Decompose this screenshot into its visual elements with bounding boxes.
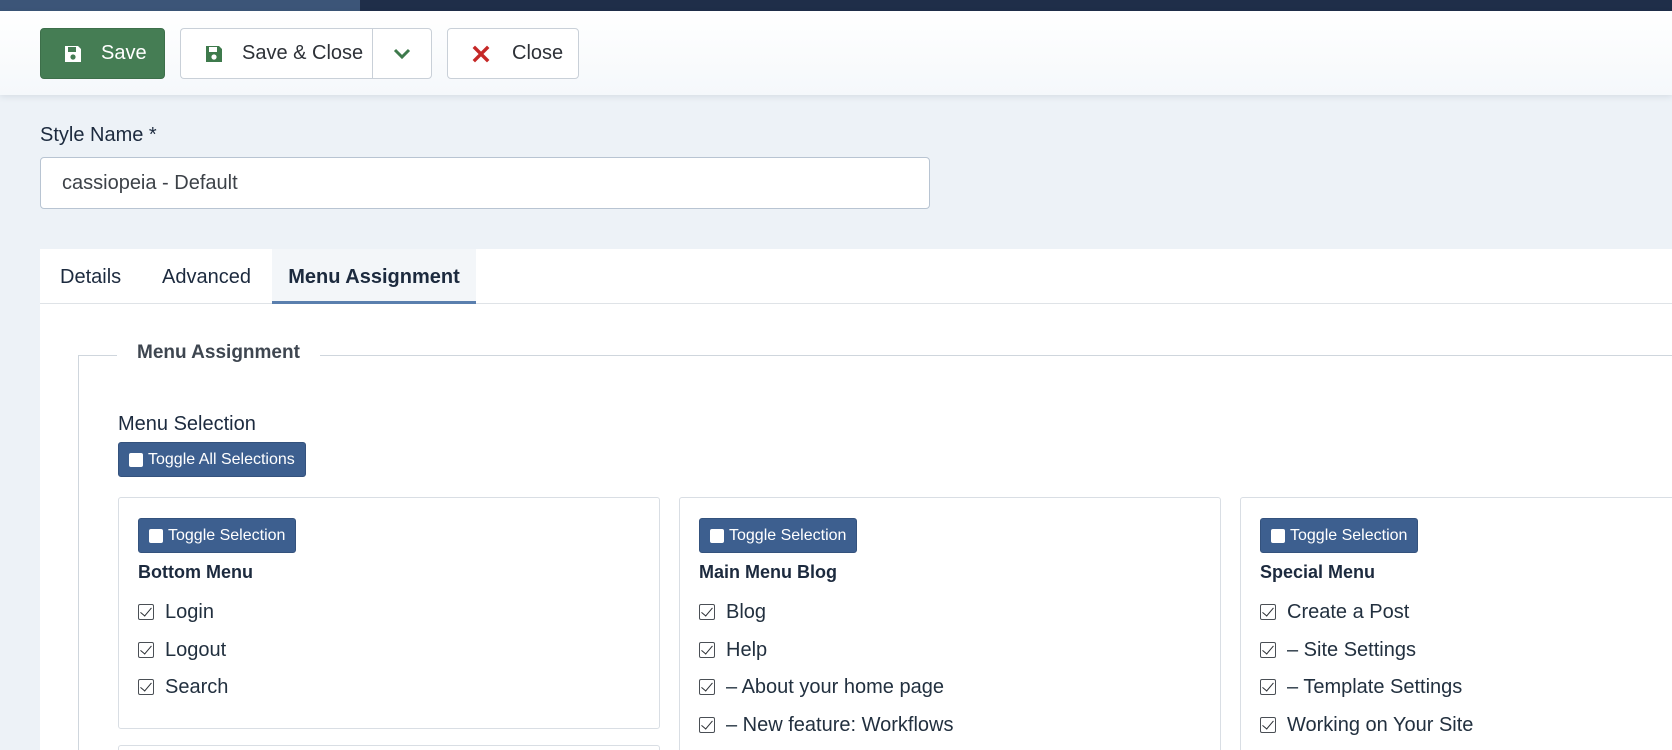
- save-options-dropdown-button[interactable]: [372, 28, 432, 79]
- menu-item-checkbox[interactable]: – Site Settings: [1260, 637, 1416, 663]
- menu-item-checkbox[interactable]: Search: [138, 674, 228, 700]
- toggle-selection-button[interactable]: Toggle Selection: [699, 518, 858, 553]
- checkbox[interactable]: [1260, 642, 1276, 658]
- menu-selection-label: Menu Selection: [118, 413, 256, 435]
- menu-item-label: Help: [726, 638, 768, 661]
- menu-card-main-menu-blog: Toggle Selection Main Menu Blog Blog Hel…: [679, 497, 1221, 750]
- checkbox[interactable]: [699, 679, 715, 695]
- save-close-button[interactable]: Save & Close: [180, 28, 373, 79]
- menu-item-label: Logout: [165, 638, 227, 661]
- toggle-selection-label: Toggle Selection: [168, 526, 286, 544]
- menu-title: Special Menu: [1260, 562, 1376, 582]
- checkbox[interactable]: [1260, 717, 1276, 733]
- toggle-selection-button[interactable]: Toggle Selection: [138, 518, 297, 553]
- checkbox[interactable]: [138, 642, 154, 658]
- menu-item-checkbox[interactable]: Login: [138, 599, 214, 625]
- checkbox-square-icon: [149, 528, 163, 543]
- checkbox-square-icon: [129, 452, 143, 467]
- save-label: Save: [101, 42, 147, 64]
- checkbox[interactable]: [699, 604, 715, 620]
- checkbox[interactable]: [1260, 679, 1276, 695]
- toggle-selection-label: Toggle Selection: [1290, 526, 1408, 544]
- menu-item-label: Working on Your Site: [1287, 713, 1474, 736]
- toggle-all-label: Toggle All Selections: [148, 450, 295, 468]
- checkbox-square-icon: [1271, 528, 1285, 543]
- close-button[interactable]: Close: [447, 28, 579, 79]
- menu-item-label: – New feature: Workflows: [726, 713, 954, 736]
- menu-card-bottom-menu: Toggle Selection Bottom Menu Login Logou…: [118, 497, 660, 729]
- close-label: Close: [512, 42, 564, 64]
- menu-item-checkbox[interactable]: – Template Settings: [1260, 674, 1462, 700]
- menu-item-checkbox[interactable]: – New feature: Workflows: [699, 712, 954, 738]
- header-accent: [0, 0, 360, 11]
- save-close-label: Save & Close: [242, 42, 364, 64]
- menu-item-label: Search: [165, 675, 229, 698]
- menu-item-label: – About your home page: [726, 675, 944, 698]
- tabs-panel: Details Advanced Menu Assignment Menu As…: [40, 249, 1672, 750]
- checkbox[interactable]: [699, 642, 715, 658]
- checkbox[interactable]: [699, 717, 715, 733]
- tab-bar: Details Advanced Menu Assignment: [40, 249, 1672, 304]
- fieldset-legend: Menu Assignment: [117, 342, 320, 364]
- menu-title: Bottom Menu: [138, 562, 253, 582]
- chevron-down-icon: [393, 48, 411, 59]
- menu-item-checkbox[interactable]: Help: [699, 637, 767, 663]
- toggle-selection-button[interactable]: Toggle Selection: [1260, 518, 1419, 553]
- menu-item-checkbox[interactable]: – About your home page: [699, 674, 944, 700]
- menu-item-label: – Template Settings: [1287, 675, 1463, 698]
- save-button[interactable]: Save: [40, 28, 165, 79]
- menu-item-checkbox[interactable]: Working on Your Site: [1260, 712, 1473, 738]
- menu-item-label: – Site Settings: [1287, 638, 1416, 661]
- checkbox[interactable]: [138, 679, 154, 695]
- menu-item-checkbox[interactable]: Blog: [699, 599, 766, 625]
- menu-item-checkbox[interactable]: Logout: [138, 637, 226, 663]
- toggle-all-selections-button[interactable]: Toggle All Selections: [118, 442, 306, 477]
- tab-advanced[interactable]: Advanced: [162, 249, 251, 304]
- menu-item-checkbox[interactable]: Create a Post: [1260, 599, 1409, 625]
- checkbox[interactable]: [1260, 604, 1276, 620]
- close-icon: [472, 45, 490, 62]
- tab-details[interactable]: Details: [60, 249, 121, 304]
- toggle-selection-label: Toggle Selection: [729, 526, 847, 544]
- toolbar: Save Save & Close Close: [0, 11, 1672, 95]
- menu-title: Main Menu Blog: [699, 562, 837, 582]
- style-name-label: Style Name *: [40, 124, 157, 146]
- menu-item-label: Login: [165, 600, 214, 623]
- menu-item-label: Create a Post: [1287, 600, 1410, 623]
- save-icon: [206, 45, 222, 62]
- menu-card-special-menu: Toggle Selection Special Menu Create a P…: [1240, 497, 1672, 750]
- checkbox-square-icon: [710, 528, 724, 543]
- menu-item-label: Blog: [726, 600, 767, 623]
- tab-menu-assignment[interactable]: Menu Assignment: [272, 249, 476, 304]
- checkbox[interactable]: [138, 604, 154, 620]
- menu-card-next: [118, 745, 660, 750]
- header-bar: [0, 0, 1672, 11]
- save-icon: [65, 45, 81, 62]
- style-name-input[interactable]: [40, 157, 930, 209]
